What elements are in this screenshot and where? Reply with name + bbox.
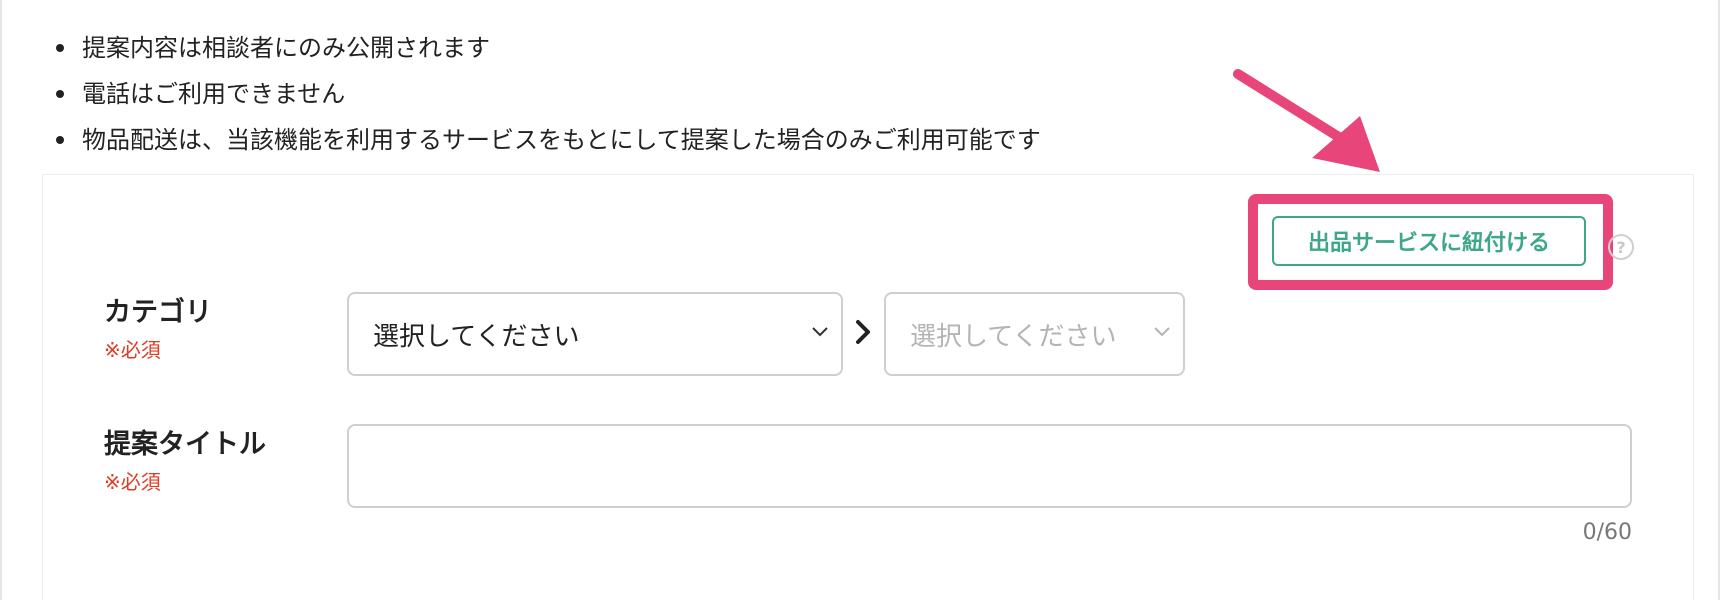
title-char-counter: 0/60 — [1582, 520, 1632, 545]
chevron-right-icon — [856, 320, 870, 344]
proposal-form-page: 提案内容は相談者にのみ公開されます 電話はご利用できません 物品配送は、当該機能… — [0, 0, 1720, 600]
proposal-title-input[interactable] — [347, 424, 1632, 508]
select-placeholder: 選択してください — [910, 321, 1117, 352]
category-required: ※必須 — [104, 338, 161, 362]
title-label: 提案タイトル — [104, 429, 266, 460]
note-text: 電話はご利用できません — [82, 80, 346, 108]
category-select-primary[interactable]: 選択してください — [347, 292, 843, 376]
category-select-secondary[interactable]: 選択してください — [884, 292, 1185, 376]
note-item: 電話はご利用できません — [56, 74, 1041, 120]
notes-list: 提案内容は相談者にのみ公開されます 電話はご利用できません 物品配送は、当該機能… — [56, 28, 1041, 166]
left-border — [0, 0, 2, 600]
link-service-button[interactable]: 出品サービスに紐付ける — [1272, 216, 1586, 266]
note-text: 提案内容は相談者にのみ公開されます — [82, 34, 490, 62]
bullet-icon — [56, 90, 64, 98]
bullet-icon — [56, 136, 64, 144]
category-label: カテゴリ — [104, 297, 212, 328]
title-required: ※必須 — [104, 470, 161, 494]
help-icon[interactable]: ? — [1608, 234, 1634, 260]
note-item: 提案内容は相談者にのみ公開されます — [56, 28, 1041, 74]
chevron-down-icon — [812, 327, 828, 337]
chevron-down-icon — [1154, 327, 1170, 337]
bullet-icon — [56, 44, 64, 52]
note-item: 物品配送は、当該機能を利用するサービスをもとにして提案した場合のみご利用可能です — [56, 120, 1041, 166]
note-text: 物品配送は、当該機能を利用するサービスをもとにして提案した場合のみご利用可能です — [82, 126, 1041, 154]
select-value: 選択してください — [373, 321, 580, 352]
pointer-arrow-icon — [1233, 69, 1380, 172]
